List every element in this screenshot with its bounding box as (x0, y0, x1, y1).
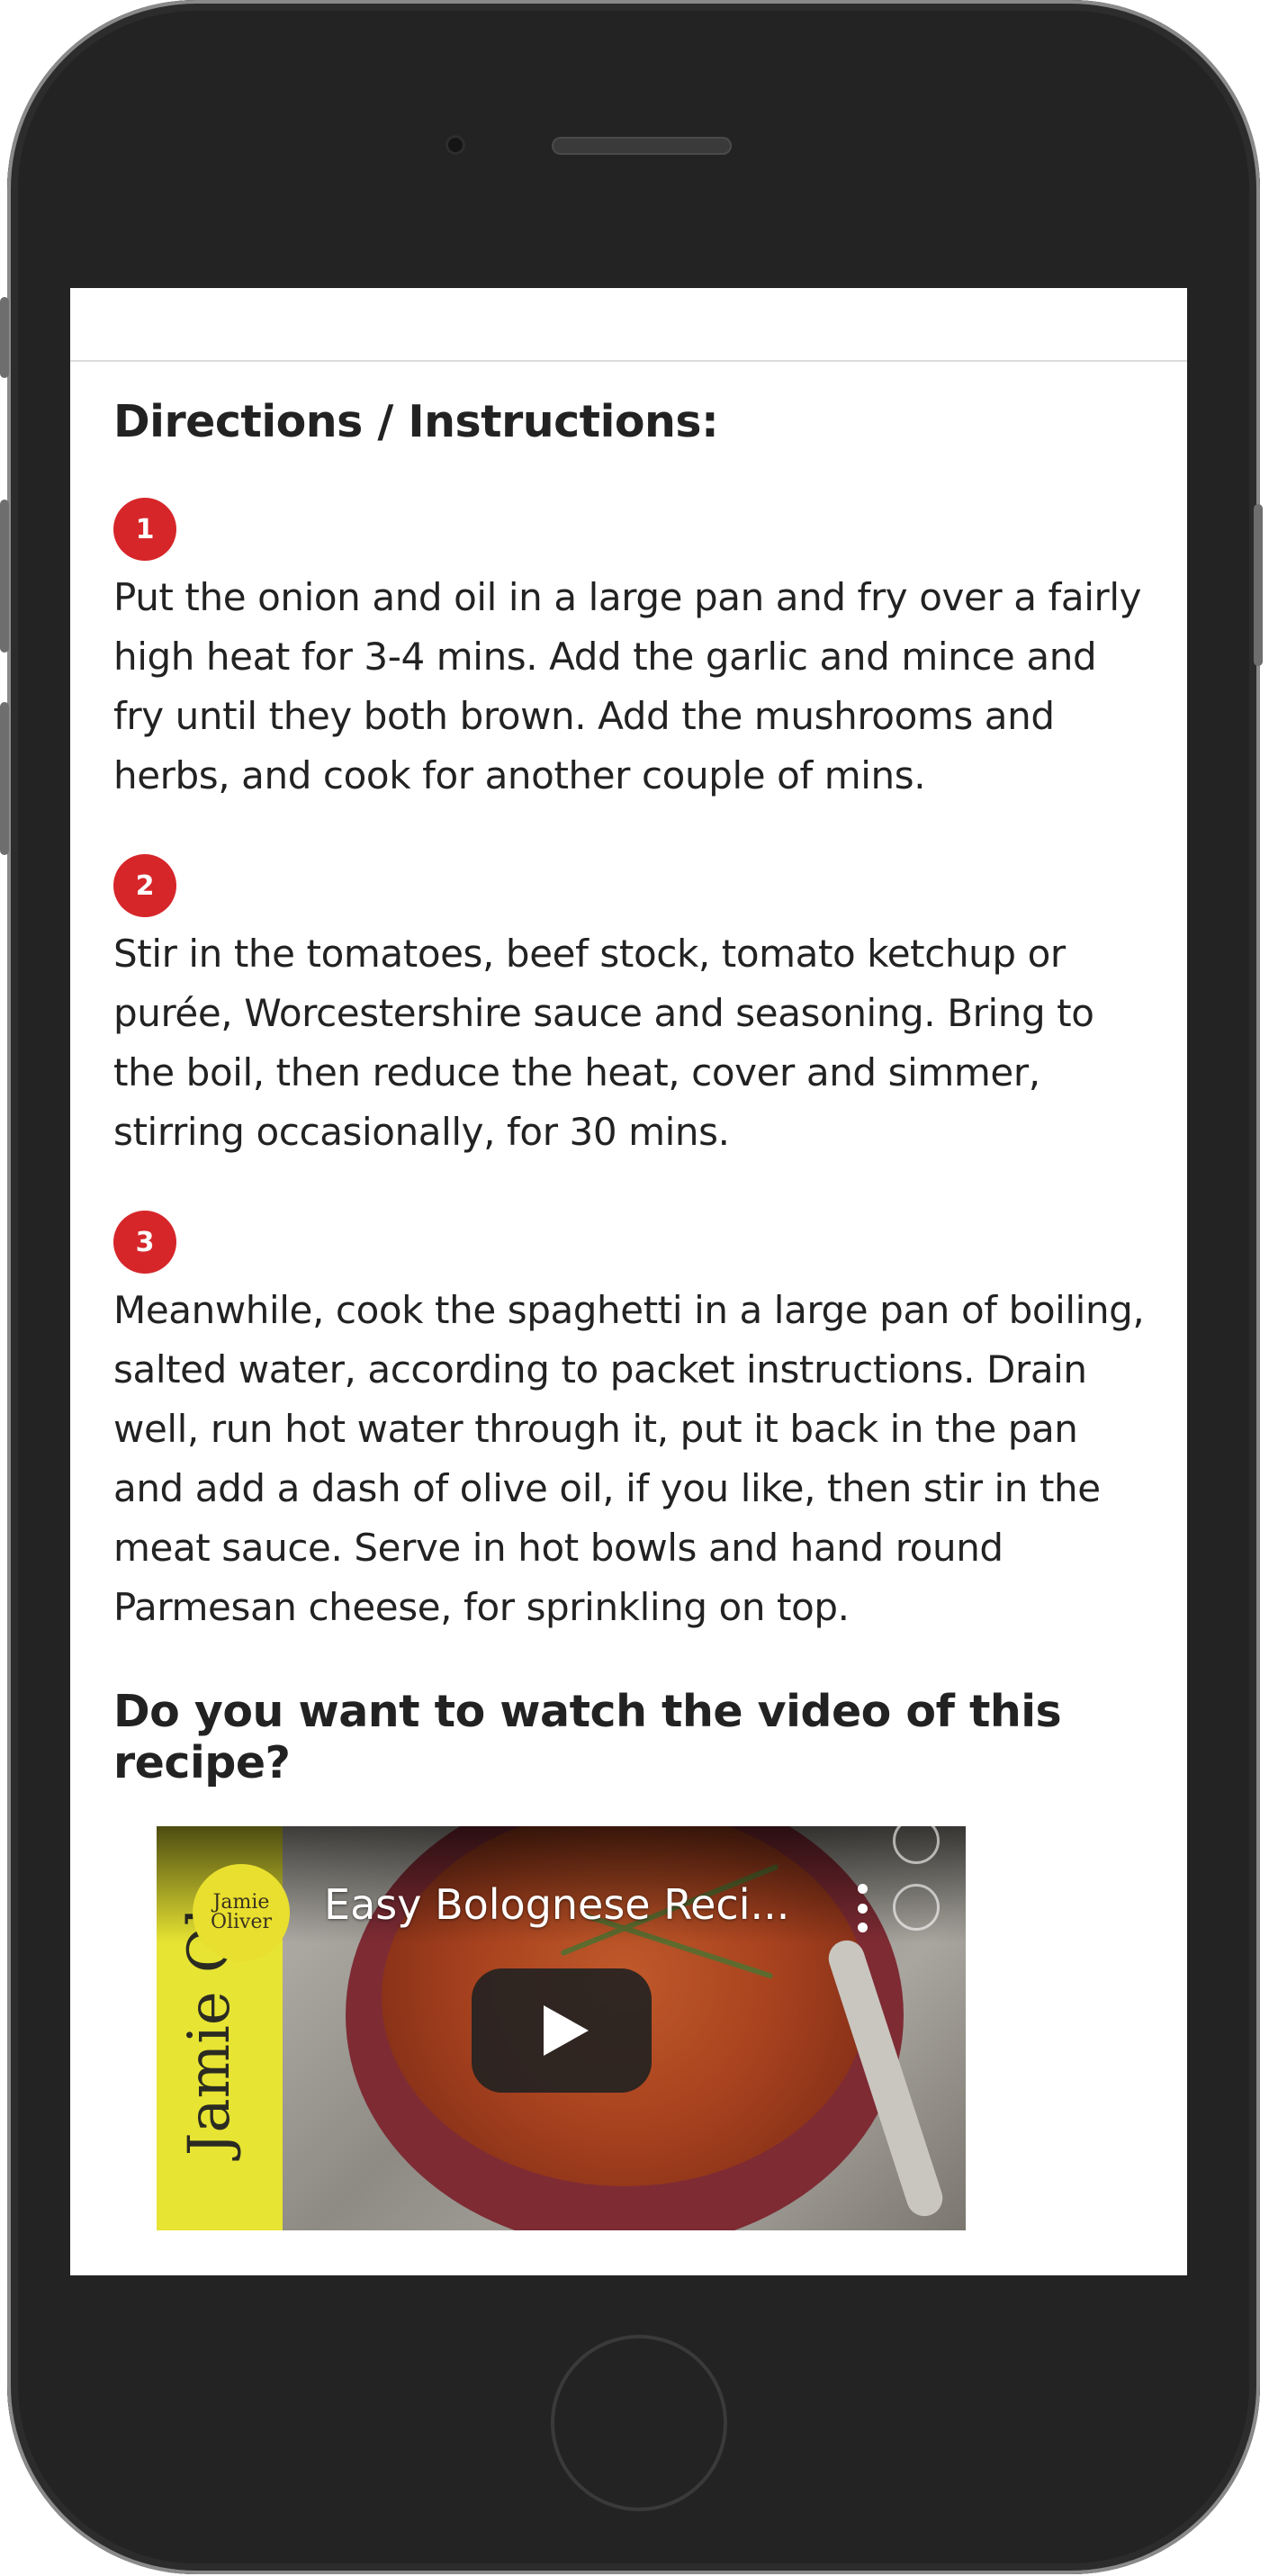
channel-logo[interactable]: Jamie Oliver (193, 1864, 290, 1961)
play-icon (544, 2005, 589, 2056)
play-button[interactable] (472, 1968, 652, 2093)
channel-logo-text: Jamie (212, 1891, 270, 1914)
screen: Directions / Instructions: 1 Put the oni… (70, 288, 1187, 2275)
step-3: 3 Meanwhile, cook the spaghetti in a lar… (113, 1211, 1157, 1637)
channel-logo-text: Oliver (210, 1911, 273, 1933)
step-number-badge: 2 (113, 854, 176, 917)
divider (70, 360, 1187, 362)
step-text: Put the onion and oil in a large pan and… (113, 575, 1142, 797)
step-text: Meanwhile, cook the spaghetti in a large… (113, 1288, 1145, 1629)
earpiece-speaker (552, 137, 732, 155)
phone-side-button (0, 297, 9, 378)
video-embed[interactable]: Jamie Ol Jamie Oliver Easy Bolognese Rec… (157, 1826, 966, 2230)
directions-heading: Directions / Instructions: (113, 396, 719, 447)
phone-power-button (1254, 504, 1263, 666)
share-icon[interactable] (893, 1884, 940, 1931)
video-section-heading: Do you want to watch the video of this r… (113, 1686, 1062, 1788)
step-number-badge: 1 (113, 498, 176, 561)
phone-volume-down-button (0, 702, 9, 855)
step-2: 2 Stir in the tomatoes, beef stock, toma… (113, 854, 1157, 1162)
recipe-directions: Directions / Instructions: 1 Put the oni… (113, 396, 1157, 2230)
kebab-menu-icon[interactable] (857, 1884, 868, 1932)
video-title[interactable]: Easy Bolognese Reci... (324, 1880, 789, 1929)
front-camera (446, 135, 465, 155)
step-1: 1 Put the onion and oil in a large pan a… (113, 498, 1157, 806)
home-button[interactable] (551, 2335, 727, 2511)
step-number-badge: 3 (113, 1211, 176, 1274)
phone-volume-up-button (0, 500, 9, 653)
step-text: Stir in the tomatoes, beef stock, tomato… (113, 932, 1094, 1154)
